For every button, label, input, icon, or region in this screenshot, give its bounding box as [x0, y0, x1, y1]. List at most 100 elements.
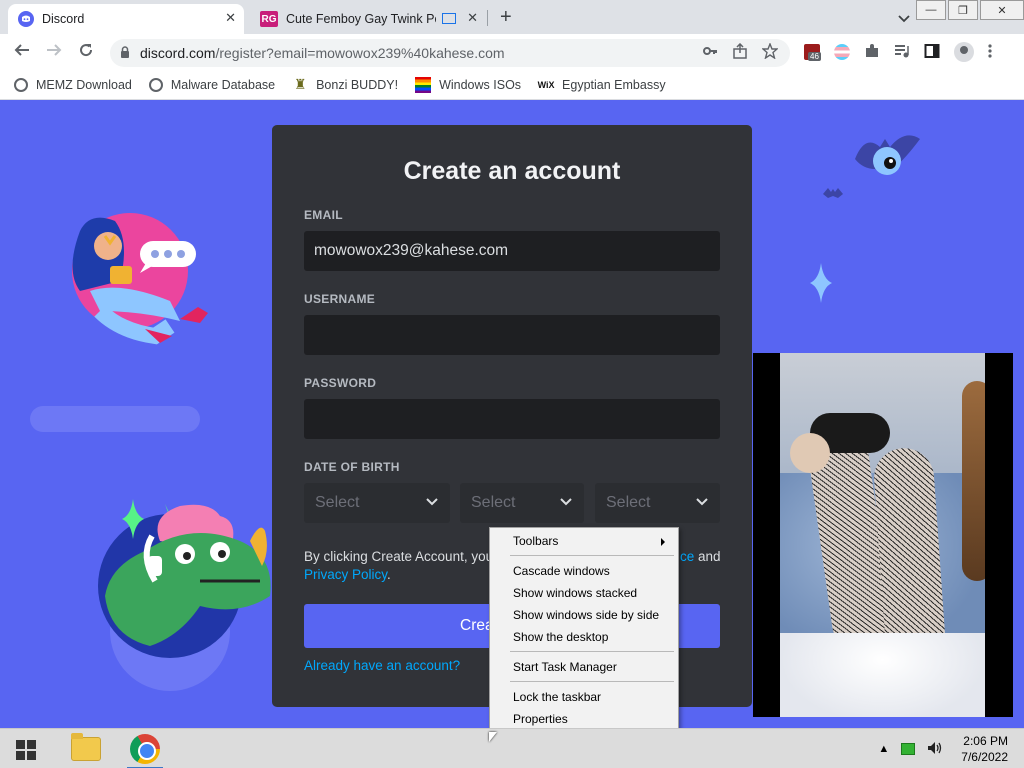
chrome-menu-icon[interactable]	[988, 43, 992, 62]
system-tray: ▲ 2:06 PM 7/6/2022	[878, 729, 1008, 768]
forward-button[interactable]	[46, 42, 62, 63]
window-controls: — ❐ ✕	[914, 0, 1024, 20]
rg-favicon-icon: RG	[260, 11, 278, 27]
video-hair	[962, 381, 985, 581]
network-icon[interactable]	[901, 743, 916, 755]
terms-of-service-link[interactable]: ce	[680, 549, 694, 564]
tab-close-icon[interactable]: ✕	[467, 10, 478, 26]
terms-prefix: By clicking Create Account, you	[304, 549, 494, 564]
share-icon[interactable]	[732, 42, 748, 62]
picture-in-picture-icon[interactable]	[442, 13, 456, 24]
menu-item-toolbars[interactable]: Toolbars	[513, 531, 673, 551]
bookmark-label: MEMZ Download	[36, 77, 132, 92]
extension-icons: 46	[804, 42, 992, 62]
bookmark-label: Bonzi BUDDY!	[316, 77, 399, 92]
email-field[interactable]: mowowox239@kahese.com	[304, 231, 720, 271]
chevron-down-icon	[696, 498, 708, 506]
new-tab-button[interactable]: +	[500, 6, 512, 29]
menu-item-show-windows-stacked[interactable]: Show windows stacked	[513, 583, 637, 603]
menu-item-cascade-windows[interactable]: Cascade windows	[513, 561, 610, 581]
bookmark-label: Egyptian Embassy	[562, 77, 666, 92]
url-path: /register?email=mowowox239%40kahese.com	[215, 45, 505, 61]
chrome-icon	[130, 734, 160, 764]
video-frame	[780, 353, 985, 717]
dob-year-select[interactable]: Select	[595, 483, 720, 523]
bat-illustration	[855, 135, 920, 175]
privacy-tail: .	[387, 567, 391, 582]
start-button[interactable]	[16, 740, 36, 760]
clock-date: 7/6/2022	[961, 750, 1008, 764]
dob-day-select[interactable]: Select	[460, 483, 584, 523]
show-hidden-icons-icon[interactable]: ▲	[878, 743, 889, 755]
dob-month-select[interactable]: Select	[304, 483, 450, 523]
globe-icon	[14, 77, 28, 92]
menu-separator	[510, 651, 674, 652]
address-bar[interactable]: discord.com/register?email=mowowox239%40…	[110, 39, 790, 67]
bonzi-icon: ♜	[293, 76, 307, 92]
menu-item-properties[interactable]: Properties	[513, 709, 568, 729]
chevron-down-icon	[426, 498, 438, 506]
restore-button[interactable]: ❐	[948, 0, 978, 20]
reload-button[interactable]	[78, 42, 94, 63]
login-link[interactable]: Already have an account?	[304, 658, 460, 673]
small-bat-icon	[823, 188, 843, 198]
menu-item-start-task-manager[interactable]: Start Task Manager	[513, 657, 617, 677]
rainbow-flag-icon	[415, 76, 432, 93]
close-window-button[interactable]: ✕	[980, 0, 1024, 20]
bookmark-egyptian-embassy[interactable]: WiX Egyptian Embassy	[538, 77, 666, 93]
menu-separator	[510, 681, 674, 682]
privacy-policy-link[interactable]: Privacy Policy	[304, 567, 387, 582]
mouse-cursor-icon	[489, 732, 497, 742]
tab-rg[interactable]: RG Cute Femboy Gay Twink Porn ✕	[250, 4, 486, 34]
page-title: Create an account	[403, 157, 621, 185]
person-with-phone-illustration	[72, 213, 208, 345]
password-field[interactable]	[304, 399, 720, 439]
extension-badge-count: 46	[808, 52, 821, 61]
back-button[interactable]	[14, 42, 30, 63]
tab-discord[interactable]: Discord ✕	[8, 4, 244, 34]
green-sparkle-icon	[122, 499, 144, 539]
bookmark-label: Windows ISOs	[439, 77, 522, 92]
video-foot	[790, 433, 830, 473]
wix-icon: WiX	[537, 79, 555, 90]
side-panel-icon[interactable]	[924, 43, 940, 62]
chrome-taskbar-button[interactable]	[121, 729, 169, 768]
date-of-birth-label: DATE OF BIRTH	[304, 460, 400, 474]
bookmark-memz[interactable]: MEMZ Download	[14, 77, 132, 92]
clock[interactable]: 2:06 PM 7/6/2022	[961, 733, 1008, 765]
select-placeholder: Select	[315, 494, 360, 511]
file-explorer-taskbar-button[interactable]	[62, 729, 110, 768]
menu-separator	[510, 555, 674, 556]
email-label: EMAIL	[304, 208, 343, 222]
tab-close-icon[interactable]: ✕	[225, 10, 236, 26]
lock-icon	[120, 45, 130, 61]
clock-time: 2:06 PM	[963, 734, 1008, 748]
bookmark-windows-isos[interactable]: Windows ISOs	[415, 76, 522, 93]
profile-avatar[interactable]	[954, 42, 974, 62]
menu-item-show-windows-side-by-side[interactable]: Show windows side by side	[513, 605, 659, 625]
bookmark-star-icon[interactable]	[761, 42, 779, 62]
bookmark-bonzi-buddy[interactable]: ♜ Bonzi BUDDY!	[292, 76, 399, 93]
chevron-down-icon	[560, 498, 572, 506]
username-field[interactable]	[304, 315, 720, 355]
flag-extension-icon[interactable]	[834, 44, 850, 60]
taskbar: ▲ 2:06 PM 7/6/2022	[0, 728, 1024, 768]
tab-title: Cute Femboy Gay Twink Porn	[286, 12, 436, 26]
bookmark-malware-database[interactable]: Malware Database	[148, 77, 276, 92]
bookmark-label: Malware Database	[170, 77, 276, 92]
folder-icon	[71, 733, 101, 761]
minimize-button[interactable]: —	[916, 0, 946, 20]
taskbar-context-menu: Toolbars Cascade windows Show windows st…	[489, 527, 679, 732]
video-fluff	[780, 633, 985, 717]
extensions-puzzle-icon[interactable]	[864, 43, 880, 62]
sparkle-icon	[810, 263, 832, 303]
volume-icon[interactable]	[927, 741, 943, 758]
media-queue-icon[interactable]	[894, 43, 910, 62]
menu-item-show-the-desktop[interactable]: Show the desktop	[513, 627, 608, 647]
ublock-extension-icon[interactable]: 46	[804, 44, 821, 61]
tab-search-chevron-icon[interactable]	[898, 10, 910, 23]
tab-divider	[487, 10, 488, 26]
key-icon[interactable]	[702, 43, 718, 62]
menu-item-lock-the-taskbar[interactable]: Lock the taskbar	[513, 687, 601, 707]
video-overlay[interactable]	[753, 353, 1013, 717]
